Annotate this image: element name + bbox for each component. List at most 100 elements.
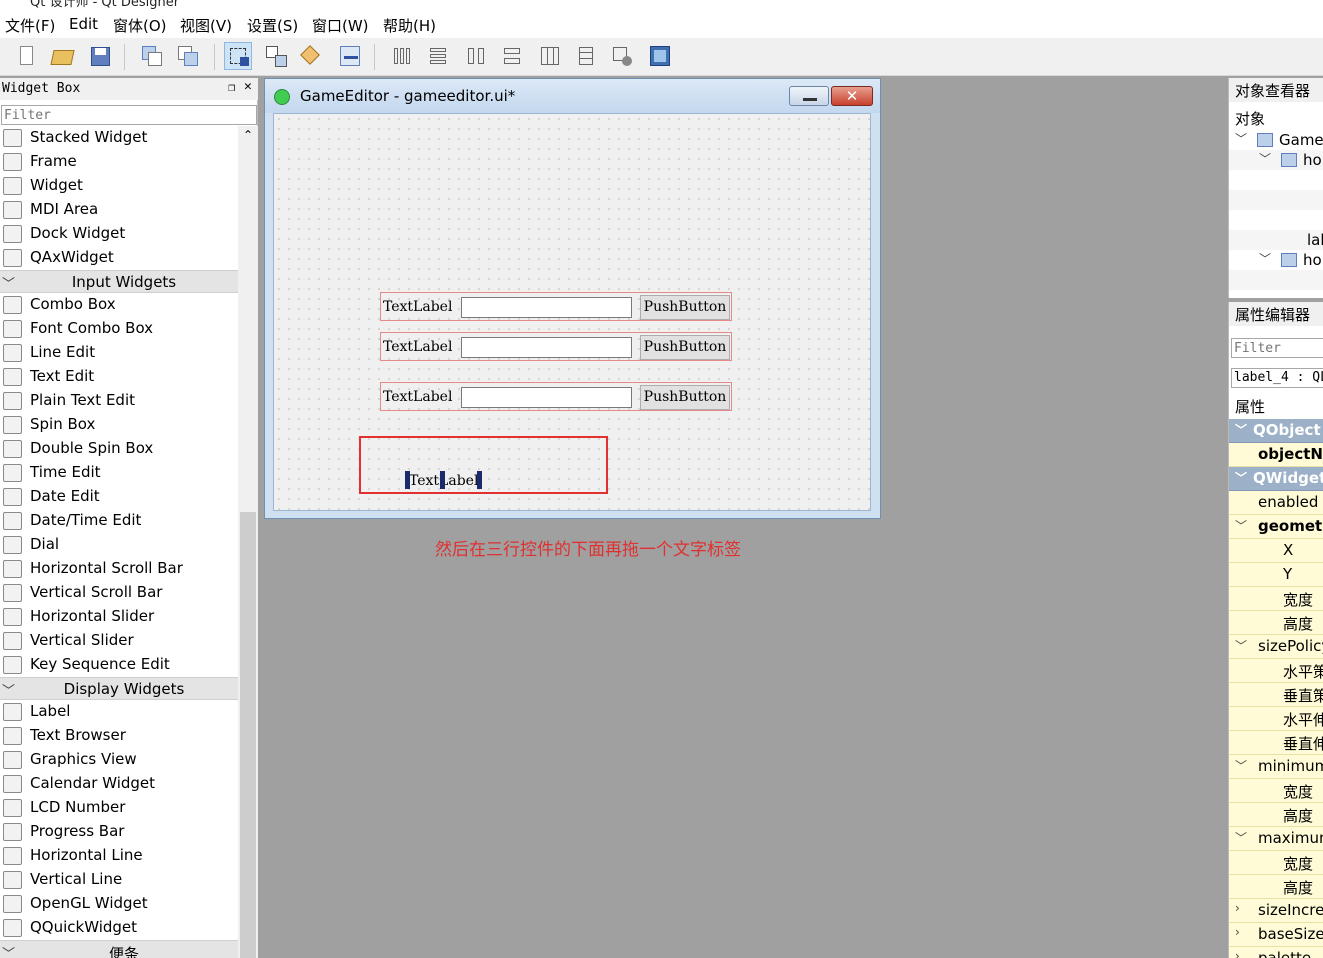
property-row[interactable]: ﹀ maximum xyxy=(1229,827,1323,851)
layout-form-icon[interactable] xyxy=(572,42,600,70)
property-row[interactable]: 高度 xyxy=(1229,803,1323,827)
layout-horizontal-splitter-icon[interactable] xyxy=(462,42,490,70)
widget-list-item[interactable]: Frame xyxy=(0,150,238,174)
widget-list-item[interactable]: MDI Area xyxy=(0,198,238,222)
object-tree-row[interactable]: ﹀ ho xyxy=(1229,250,1323,270)
widget-list-item[interactable]: Horizontal Scroll Bar xyxy=(0,557,238,581)
send-to-back-icon[interactable] xyxy=(138,42,166,70)
widget-list-item[interactable]: Spin Box xyxy=(0,413,238,437)
menu-file[interactable]: 文件(F) xyxy=(5,15,55,36)
object-tree-row[interactable]: ﹀ Game xyxy=(1229,130,1323,150)
menu-settings[interactable]: 设置(S) xyxy=(247,15,298,36)
line-edit[interactable] xyxy=(461,337,632,358)
widget-list-item[interactable]: Horizontal Line xyxy=(0,844,238,868)
chevron-down-icon[interactable]: ﹀ xyxy=(1235,469,1247,486)
property-row[interactable]: › sizeIncre xyxy=(1229,899,1323,923)
layout-horizontally-icon[interactable] xyxy=(388,42,416,70)
new-file-icon[interactable] xyxy=(12,42,40,70)
layout-vertically-icon[interactable] xyxy=(424,42,452,70)
edit-signals-slots-icon[interactable] xyxy=(262,42,290,70)
chevron-down-icon[interactable]: ﹀ xyxy=(1235,637,1247,654)
widget-list-item[interactable]: Stacked Widget xyxy=(0,126,238,150)
property-row[interactable]: › palette xyxy=(1229,947,1323,958)
edit-tab-order-icon[interactable] xyxy=(336,42,364,70)
chevron-right-icon[interactable]: › xyxy=(1235,901,1240,915)
property-row[interactable]: 宽度 xyxy=(1229,851,1323,875)
property-row[interactable]: objectNa xyxy=(1229,443,1323,467)
property-row[interactable]: ﹀ sizePolicy xyxy=(1229,635,1323,659)
widget-list-item[interactable]: Date/Time Edit xyxy=(0,509,238,533)
property-row[interactable]: 水平策 xyxy=(1229,659,1323,683)
open-folder-icon[interactable] xyxy=(48,42,76,70)
widget-list-item[interactable]: LCD Number xyxy=(0,796,238,820)
widget-list-item[interactable]: Time Edit xyxy=(0,461,238,485)
property-row[interactable]: 宽度 xyxy=(1229,779,1323,803)
horizontal-layout-row[interactable]: TextLabel PushButton xyxy=(380,292,732,321)
property-row[interactable]: 宽度 xyxy=(1229,587,1323,611)
widget-list-item[interactable]: Plain Text Edit xyxy=(0,389,238,413)
widget-box-filter-input[interactable] xyxy=(1,105,257,125)
widget-list-item[interactable]: Font Combo Box xyxy=(0,317,238,341)
float-icon[interactable]: ❐ xyxy=(228,80,235,94)
chevron-down-icon[interactable]: ﹀ xyxy=(1235,517,1247,534)
property-row[interactable]: Y xyxy=(1229,563,1323,587)
menu-help[interactable]: 帮助(H) xyxy=(383,15,436,36)
widget-list-item[interactable]: Vertical Scroll Bar xyxy=(0,581,238,605)
property-row[interactable]: enabled xyxy=(1229,491,1323,515)
property-filter-input[interactable] xyxy=(1231,338,1323,358)
property-row[interactable]: 垂直伸 xyxy=(1229,731,1323,755)
widget-list-item[interactable]: Vertical Slider xyxy=(0,629,238,653)
widget-list-item[interactable]: Dock Widget xyxy=(0,222,238,246)
widget-list-item[interactable]: Double Spin Box xyxy=(0,437,238,461)
menu-form[interactable]: 窗体(O) xyxy=(113,15,167,36)
horizontal-layout-row[interactable]: TextLabel PushButton xyxy=(380,382,732,411)
widget-list-item[interactable]: Combo Box xyxy=(0,293,238,317)
break-layout-icon[interactable] xyxy=(608,42,636,70)
close-window-button[interactable]: ✕ xyxy=(831,86,873,106)
property-row[interactable]: ﹀ geometr xyxy=(1229,515,1323,539)
widget-list-item[interactable]: Label xyxy=(0,700,238,724)
bring-to-front-icon[interactable] xyxy=(174,42,202,70)
push-button[interactable]: PushButton xyxy=(640,335,730,360)
widget-list-item[interactable]: QQuickWidget xyxy=(0,916,238,940)
chevron-down-icon[interactable]: ﹀ xyxy=(1235,130,1247,147)
layout-vertical-splitter-icon[interactable] xyxy=(498,42,526,70)
widget-list-item[interactable]: Horizontal Slider xyxy=(0,605,238,629)
chevron-down-icon[interactable]: ﹀ xyxy=(1235,421,1247,438)
widget-box-scrollbar[interactable]: ⌃ xyxy=(238,126,258,958)
edit-buddies-icon[interactable] xyxy=(298,42,326,70)
widget-list-item[interactable]: Text Browser xyxy=(0,724,238,748)
object-tree-row[interactable]: lal xyxy=(1229,170,1323,190)
line-edit[interactable] xyxy=(461,297,632,318)
scrollbar-thumb[interactable] xyxy=(240,512,256,958)
object-tree-row[interactable]: lin xyxy=(1229,190,1323,210)
chevron-down-icon[interactable]: ﹀ xyxy=(1259,250,1271,267)
widget-list-item[interactable]: Dial xyxy=(0,533,238,557)
chevron-down-icon[interactable]: ﹀ xyxy=(1235,829,1247,846)
chevron-down-icon[interactable]: ﹀ xyxy=(1259,150,1271,167)
layout-grid-icon[interactable] xyxy=(536,42,564,70)
widget-list-item[interactable]: Key Sequence Edit xyxy=(0,653,238,677)
minimize-button[interactable] xyxy=(789,86,829,106)
menu-window[interactable]: 窗口(W) xyxy=(312,15,369,36)
object-tree-row[interactable]: pu xyxy=(1229,210,1323,230)
object-tree-row[interactable]: ﹀ ho xyxy=(1229,150,1323,170)
push-button[interactable]: PushButton xyxy=(640,295,730,320)
widget-list-item[interactable]: Text Edit xyxy=(0,365,238,389)
property-row[interactable]: 垂直策 xyxy=(1229,683,1323,707)
widget-category-header[interactable]: ﹀ Input Widgets xyxy=(0,270,238,293)
property-group-header[interactable]: ﹀ QObject xyxy=(1229,419,1323,443)
save-icon[interactable] xyxy=(86,42,114,70)
widget-list-item[interactable]: Progress Bar xyxy=(0,820,238,844)
property-row[interactable]: 水平伸 xyxy=(1229,707,1323,731)
adjust-size-icon[interactable] xyxy=(646,42,674,70)
line-edit[interactable] xyxy=(461,387,632,408)
widget-list-item[interactable]: Vertical Line xyxy=(0,868,238,892)
widget-category-header[interactable]: ﹀ 便条 xyxy=(0,940,238,958)
property-group-header[interactable]: ﹀ QWidget xyxy=(1229,467,1323,491)
object-tree-row[interactable]: lal xyxy=(1229,270,1323,290)
property-row[interactable]: 高度 xyxy=(1229,611,1323,635)
widget-list-item[interactable]: Graphics View xyxy=(0,748,238,772)
text-label[interactable]: TextLabel xyxy=(383,389,452,405)
text-label[interactable]: TextLabel xyxy=(383,339,452,355)
